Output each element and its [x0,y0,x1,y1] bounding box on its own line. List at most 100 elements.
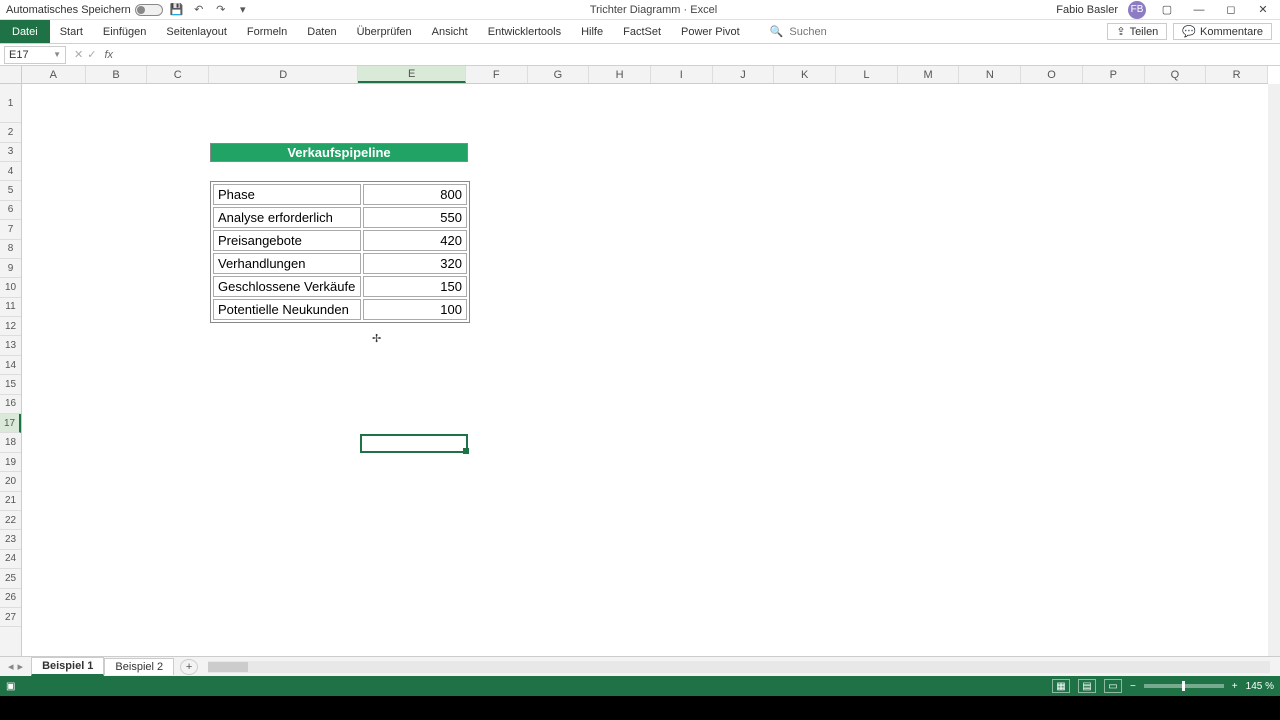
scrollbar-thumb[interactable] [208,662,248,672]
tab-start[interactable]: Start [50,20,93,43]
row-header-14[interactable]: 14 [0,356,21,375]
row-header-25[interactable]: 25 [0,569,21,588]
tab-developer[interactable]: Entwicklertools [478,20,571,43]
autosave-toggle[interactable]: Automatisches Speichern [6,4,163,16]
tab-review[interactable]: Überprüfen [347,20,422,43]
column-header-N[interactable]: N [959,66,1021,83]
redo-icon[interactable]: ↷ [213,2,229,18]
cancel-formula-icon[interactable]: ✕ [74,48,83,61]
tab-factset[interactable]: FactSet [613,20,671,43]
row-label[interactable]: Analyse erforderlich [213,207,361,228]
column-header-Q[interactable]: Q [1145,66,1207,83]
row-header-11[interactable]: 11 [0,298,21,317]
column-header-K[interactable]: K [774,66,836,83]
undo-icon[interactable]: ↶ [191,2,207,18]
vertical-scrollbar[interactable] [1268,84,1280,656]
row-header-26[interactable]: 26 [0,589,21,608]
column-header-J[interactable]: J [713,66,775,83]
row-value[interactable]: 550 [363,207,467,228]
tab-help[interactable]: Hilfe [571,20,613,43]
fill-handle[interactable] [463,448,469,454]
comments-button[interactable]: 💬 Kommentare [1173,23,1272,40]
phase-value[interactable]: 800 [363,184,467,205]
column-header-M[interactable]: M [898,66,960,83]
share-button[interactable]: ⇪ Teilen [1107,23,1167,40]
column-header-C[interactable]: C [147,66,209,83]
row-header-20[interactable]: 20 [0,472,21,491]
tab-pagelayout[interactable]: Seitenlayout [156,20,237,43]
selected-cell[interactable] [360,434,468,453]
zoom-level[interactable]: 145 % [1246,681,1274,692]
row-header-17[interactable]: 17 [0,414,21,433]
row-header-10[interactable]: 10 [0,278,21,297]
zoom-in-icon[interactable]: + [1232,681,1238,692]
add-sheet-button[interactable]: + [180,659,198,675]
column-header-I[interactable]: I [651,66,713,83]
row-header-5[interactable]: 5 [0,181,21,200]
row-header-22[interactable]: 22 [0,511,21,530]
column-header-E[interactable]: E [358,66,465,83]
horizontal-scrollbar[interactable] [208,661,1270,673]
fx-icon[interactable]: fx [104,49,113,61]
column-header-F[interactable]: F [466,66,528,83]
row-header-2[interactable]: 2 [0,123,21,142]
row-header-6[interactable]: 6 [0,201,21,220]
zoom-slider[interactable] [1144,684,1224,688]
column-header-B[interactable]: B [86,66,148,83]
row-header-19[interactable]: 19 [0,453,21,472]
ribbon-mode-icon[interactable]: ▢ [1156,1,1178,19]
spreadsheet-grid[interactable]: ABCDEFGHIJKLMNOPQR 123456789101112131415… [0,66,1280,656]
phase-label[interactable]: Phase [213,184,361,205]
accept-formula-icon[interactable]: ✓ [87,48,96,61]
column-header-A[interactable]: A [22,66,86,83]
sheet-tab-2[interactable]: Beispiel 2 [104,658,174,675]
pipeline-table[interactable]: Phase800 Analyse erforderlich550 Preisan… [210,181,470,323]
row-label[interactable]: Verhandlungen [213,253,361,274]
column-header-R[interactable]: R [1206,66,1268,83]
row-header-27[interactable]: 27 [0,608,21,627]
tab-insert[interactable]: Einfügen [93,20,156,43]
row-header-18[interactable]: 18 [0,433,21,452]
row-header-24[interactable]: 24 [0,550,21,569]
search-box[interactable]: 🔍 [770,20,890,43]
column-header-P[interactable]: P [1083,66,1145,83]
tab-formulas[interactable]: Formeln [237,20,297,43]
tab-powerpivot[interactable]: Power Pivot [671,20,750,43]
save-icon[interactable]: 💾 [169,2,185,18]
row-header-3[interactable]: 3 [0,143,21,162]
row-header-8[interactable]: 8 [0,240,21,259]
row-header-4[interactable]: 4 [0,162,21,181]
column-header-G[interactable]: G [528,66,590,83]
column-header-D[interactable]: D [209,66,358,83]
pipeline-header-cell[interactable]: Verkaufspipeline [210,143,468,162]
row-label[interactable]: Potentielle Neukunden [213,299,361,320]
row-header-1[interactable]: 1 [0,84,21,123]
close-icon[interactable]: ✕ [1252,1,1274,19]
select-all-corner[interactable] [0,66,22,84]
row-header-16[interactable]: 16 [0,395,21,414]
name-box[interactable]: E17 ▼ [4,46,66,64]
qat-dropdown-icon[interactable]: ▾ [235,2,251,18]
row-header-13[interactable]: 13 [0,336,21,355]
row-value[interactable]: 320 [363,253,467,274]
sheet-nav-prev-icon[interactable]: ◂ [8,660,14,673]
sheet-tab-1[interactable]: Beispiel 1 [31,657,104,676]
row-header-15[interactable]: 15 [0,375,21,394]
pagelayout-view-icon[interactable]: ▤ [1078,679,1096,693]
row-value[interactable]: 100 [363,299,467,320]
row-header-7[interactable]: 7 [0,220,21,239]
search-input[interactable] [789,26,889,38]
column-header-O[interactable]: O [1021,66,1083,83]
record-macro-icon[interactable]: ▣ [6,681,15,692]
tab-data[interactable]: Daten [297,20,346,43]
row-header-21[interactable]: 21 [0,492,21,511]
column-header-H[interactable]: H [589,66,651,83]
row-header-23[interactable]: 23 [0,530,21,549]
row-value[interactable]: 420 [363,230,467,251]
row-label[interactable]: Preisangebote [213,230,361,251]
sheet-nav-next-icon[interactable]: ▸ [18,660,24,673]
minimize-icon[interactable]: — [1188,1,1210,19]
row-header-9[interactable]: 9 [0,259,21,278]
row-label[interactable]: Geschlossene Verkäufe [213,276,361,297]
avatar[interactable]: FB [1128,1,1146,19]
